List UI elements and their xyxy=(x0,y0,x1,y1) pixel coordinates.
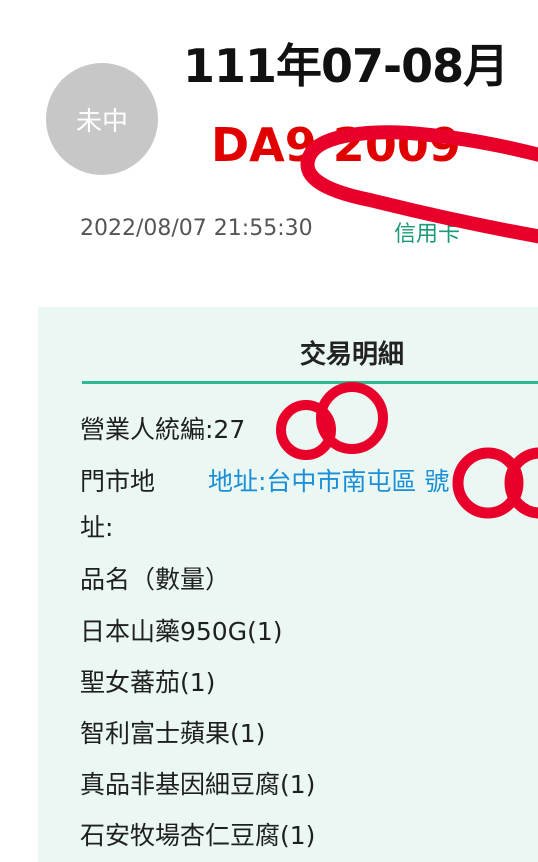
invoice-detail-page: 未中 111年07-08月 DA9 2009 2022/08/07 21:55:… xyxy=(0,0,538,862)
list-item: 石安牧場杏仁豆腐(1) xyxy=(80,821,316,850)
list-item: 真品非基因細豆腐(1) xyxy=(80,770,316,799)
status-avatar-label: 未中 xyxy=(75,106,128,137)
payment-method-link[interactable]: 信用卡 xyxy=(394,216,460,248)
transaction-detail-title: 交易明細 xyxy=(300,340,405,370)
status-avatar: 未中 xyxy=(46,63,158,175)
store-address-label: 門市地址: xyxy=(80,467,156,542)
invoice-datetime: 2022/08/07 21:55:30 xyxy=(80,216,313,241)
invoice-period: 111年07-08月 xyxy=(183,39,509,93)
list-item: 日本山藥950G(1) xyxy=(80,617,283,646)
items-header: 品名（數量） xyxy=(80,565,231,594)
detail-divider xyxy=(82,381,538,384)
seller-tax-id: 營業人統編:27 xyxy=(80,415,246,444)
invoice-number: DA9 2009 xyxy=(211,118,461,172)
store-address-link[interactable]: 地址:台中市南屯區 號 xyxy=(208,459,538,505)
list-item: 聖女蕃茄(1) xyxy=(80,668,216,697)
list-item: 智利富士蘋果(1) xyxy=(80,719,266,748)
